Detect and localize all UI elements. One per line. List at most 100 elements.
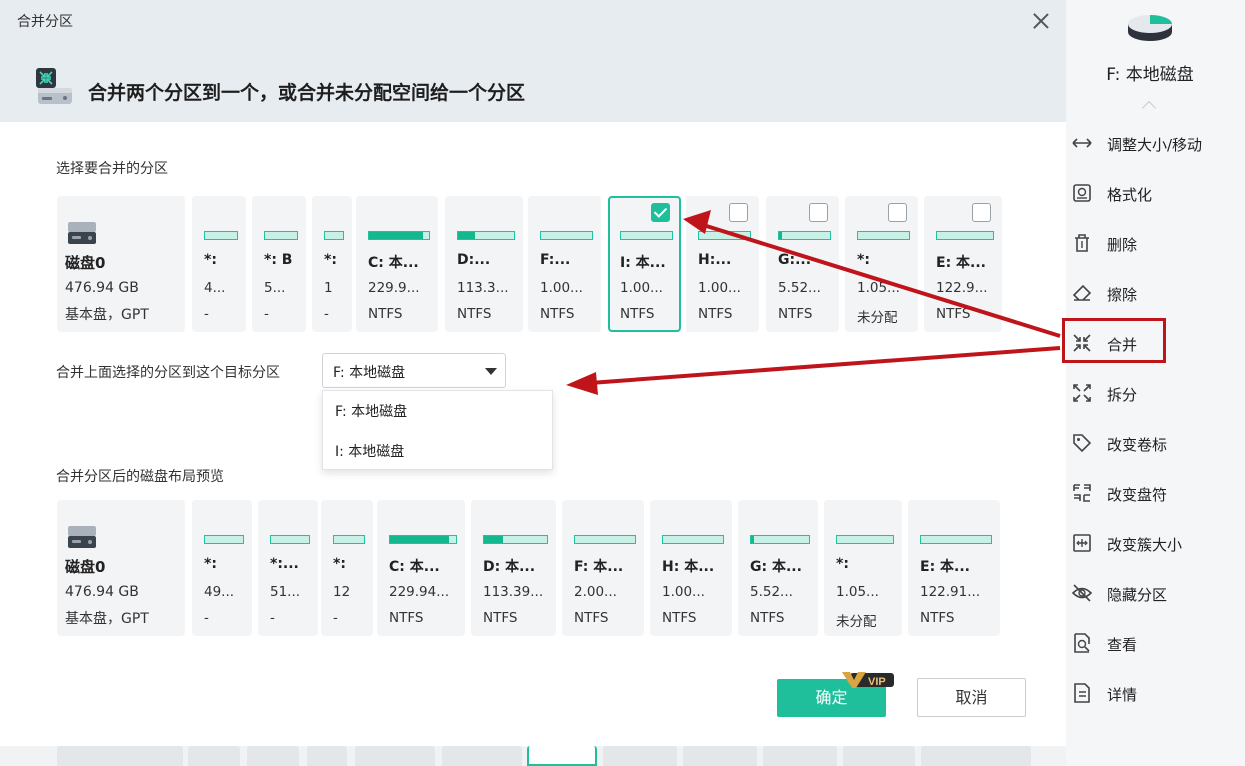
preview-partition-card[interactable]: F: 本... 2.00... NTFS xyxy=(562,500,644,636)
partition-checkbox[interactable] xyxy=(809,203,828,222)
panel-item-trash[interactable]: 删除 xyxy=(1066,222,1245,262)
panel-item-label: 删除 xyxy=(1107,236,1138,254)
panel-item-label: 改变盘符 xyxy=(1107,486,1168,504)
usage-bar xyxy=(936,231,994,240)
close-icon[interactable] xyxy=(1030,10,1052,32)
panel-item-resize-move[interactable]: 调整大小/移动 xyxy=(1066,122,1245,162)
preview-partition-card[interactable]: *:... 51... - xyxy=(258,500,318,636)
panel-item-label: 格式化 xyxy=(1107,186,1153,204)
disk-size: 476.94 GB xyxy=(65,584,139,600)
partition-size: 1.00... xyxy=(620,280,663,296)
disk-card-preview: 磁盘0 476.94 GB 基本盘，GPT xyxy=(57,500,185,636)
dropdown-option-f[interactable]: F: 本地磁盘 xyxy=(323,391,552,431)
partition-fs: NTFS xyxy=(483,610,518,626)
usage-bar xyxy=(264,231,298,240)
panel-item-view[interactable]: 查看 xyxy=(1066,622,1245,662)
preview-partition-card[interactable]: *: 12 - xyxy=(321,500,373,636)
panel-item-eye-off[interactable]: 隐藏分区 xyxy=(1066,572,1245,612)
partition-name: *:... xyxy=(270,556,299,572)
usage-bar xyxy=(778,231,831,240)
partition-name: I: 本... xyxy=(620,255,666,271)
top-partition-card[interactable]: D:... 113.3... NTFS xyxy=(445,196,523,332)
panel-item-cluster[interactable]: 改变簇大小 xyxy=(1066,522,1245,562)
partition-fs: NTFS xyxy=(936,306,971,322)
partition-name: *: xyxy=(204,252,217,268)
usage-bar xyxy=(483,535,548,544)
target-partition-select[interactable]: F: 本地磁盘 xyxy=(322,353,506,388)
partition-fs: NTFS xyxy=(457,306,492,322)
top-partition-card[interactable]: *: 4... - xyxy=(192,196,246,332)
usage-bar xyxy=(368,231,430,240)
panel-item-eraser[interactable]: 擦除 xyxy=(1066,272,1245,312)
merge-highlight-box xyxy=(1062,318,1166,363)
chevron-up-icon[interactable] xyxy=(1141,100,1157,116)
top-partition-card[interactable]: C: 本... 229.9... NTFS xyxy=(356,196,438,332)
hard-disk-icon xyxy=(68,526,96,548)
cancel-button[interactable]: 取消 xyxy=(917,678,1026,717)
top-partition-card[interactable]: *: 1.05... 未分配 xyxy=(845,196,918,332)
preview-partition-card[interactable]: D: 本... 113.39... NTFS xyxy=(471,500,556,636)
preview-partition-card[interactable]: C: 本... 229.94... NTFS xyxy=(377,500,465,636)
partition-checkbox[interactable] xyxy=(888,203,907,222)
usage-fill xyxy=(484,536,503,543)
preview-partition-card[interactable]: H: 本... 1.00... NTFS xyxy=(650,500,732,636)
partition-fs: - xyxy=(204,610,209,626)
partition-checkbox[interactable] xyxy=(729,203,748,222)
dialog-header: 合并分区 合并两个分区到一个，或合并未分配空间给一个分区 xyxy=(0,0,1066,122)
split-icon xyxy=(1073,384,1091,402)
disk-type: 基本盘，GPT xyxy=(65,307,149,323)
partition-selection-row: 磁盘0 476.94 GB 基本盘，GPT *: 4... - *: B 5... - *:… xyxy=(57,196,1003,332)
usage-bar xyxy=(333,535,365,544)
dropdown-option-i[interactable]: I: 本地磁盘 xyxy=(323,431,552,471)
top-partition-card[interactable]: F:... 1.00... NTFS xyxy=(528,196,601,332)
cluster-icon xyxy=(1073,534,1091,552)
preview-partition-card[interactable]: G: 本... 5.52... NTFS xyxy=(738,500,818,636)
partition-size: 1.05... xyxy=(836,584,879,600)
top-partition-card[interactable]: *: B 5... - xyxy=(252,196,306,332)
preview-partition-card[interactable]: *: 1.05... 未分配 xyxy=(824,500,902,636)
partition-size: 122.91... xyxy=(920,584,981,600)
top-partition-card[interactable]: E: 本... 122.9... NTFS xyxy=(924,196,1002,332)
select-partitions-label: 选择要合并的分区 xyxy=(56,161,168,177)
disk-type: 基本盘，GPT xyxy=(65,611,149,627)
caret-down-icon xyxy=(485,368,497,375)
panel-item-drive-letter[interactable]: 改变盘符 xyxy=(1066,472,1245,512)
top-partition-card[interactable]: *: 1 - xyxy=(312,196,352,332)
usage-bar xyxy=(204,231,238,240)
partition-name: G: 本... xyxy=(750,559,802,575)
partition-size: 122.9... xyxy=(936,280,988,296)
top-partition-card[interactable]: I: 本... 1.00... NTFS xyxy=(608,196,681,332)
usage-bar xyxy=(540,231,593,240)
details-icon xyxy=(1074,683,1090,703)
panel-item-tag[interactable]: 改变卷标 xyxy=(1066,422,1245,462)
partition-name: *: B xyxy=(264,252,293,268)
panel-item-details[interactable]: 详情 xyxy=(1066,672,1245,712)
partition-size: 51... xyxy=(270,584,301,600)
disk-size: 476.94 GB xyxy=(65,280,139,296)
drive-letter-icon xyxy=(1073,484,1091,502)
usage-bar xyxy=(620,231,673,240)
disk-card: 磁盘0 476.94 GB 基本盘，GPT xyxy=(57,196,185,332)
usage-bar xyxy=(389,535,457,544)
trash-icon xyxy=(1075,234,1089,252)
preview-partition-card[interactable]: *: 49... - xyxy=(192,500,252,636)
partition-fs: NTFS xyxy=(368,306,403,322)
dialog-heading: 合并两个分区到一个，或合并未分配空间给一个分区 xyxy=(88,82,526,104)
top-partition-card[interactable]: H:... 1.00... NTFS xyxy=(686,196,759,332)
partition-size: 1 xyxy=(324,280,333,296)
partition-checkbox[interactable] xyxy=(972,203,991,222)
partition-fs: 未分配 xyxy=(857,310,898,326)
partition-checkbox[interactable] xyxy=(651,203,670,222)
top-partition-card[interactable]: G:... 5.52... NTFS xyxy=(766,196,839,332)
partition-size: 5.52... xyxy=(750,584,793,600)
partition-preview-row: 磁盘0 476.94 GB 基本盘，GPT *: 49... - *:... 51...… xyxy=(57,500,1003,636)
tag-icon xyxy=(1073,434,1092,453)
usage-fill xyxy=(458,232,475,239)
partition-name: E: 本... xyxy=(936,255,986,271)
panel-item-split[interactable]: 拆分 xyxy=(1066,372,1245,412)
partition-fs: NTFS xyxy=(574,610,609,626)
panel-item-label: 擦除 xyxy=(1107,286,1138,304)
vip-text: VIP xyxy=(868,676,886,688)
preview-partition-card[interactable]: E: 本... 122.91... NTFS xyxy=(908,500,1000,636)
panel-item-format[interactable]: 格式化 xyxy=(1066,172,1245,212)
